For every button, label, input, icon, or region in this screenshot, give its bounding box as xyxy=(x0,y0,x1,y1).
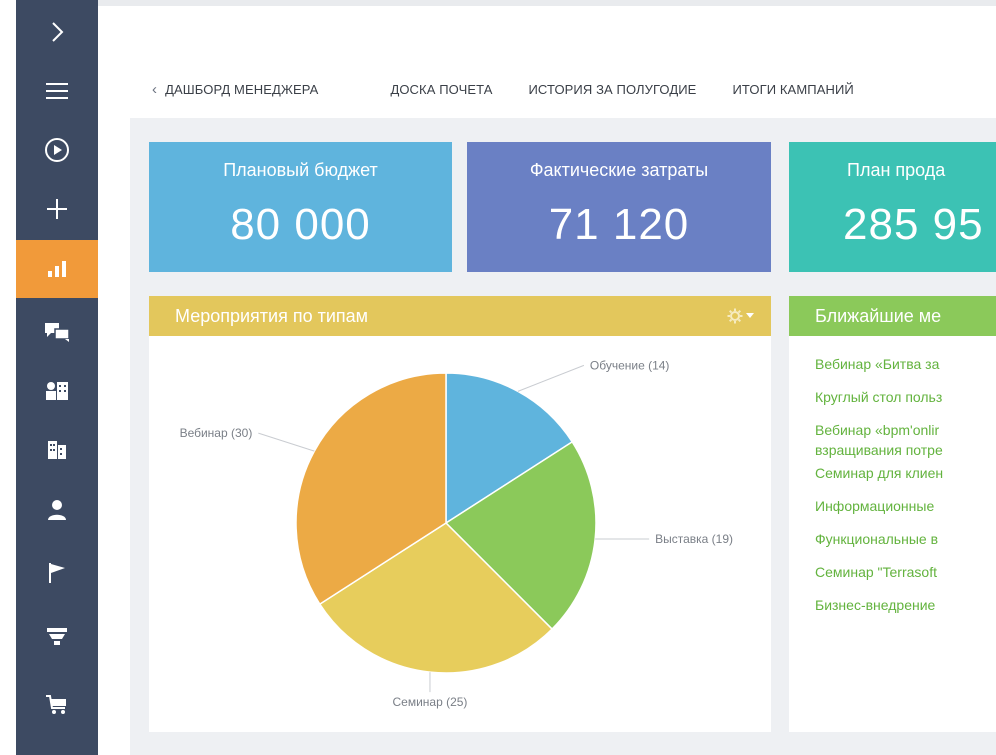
upcoming-event-text: взращивания потре xyxy=(815,442,943,458)
panel-header: Ближайшие ме xyxy=(789,296,996,336)
chevron-left-icon: ‹ xyxy=(152,80,158,98)
pie-label-2: Выставка (19) xyxy=(655,532,733,546)
gear-icon xyxy=(727,308,743,324)
upcoming-event-text: Семинар "Terrasoft xyxy=(815,564,937,580)
flag-icon xyxy=(49,563,65,583)
upcoming-event-text: Функциональные в xyxy=(815,531,939,547)
sidebar-process-button[interactable] xyxy=(16,122,98,178)
chat-bubbles-icon xyxy=(45,323,70,342)
upcoming-event-link[interactable]: Бизнес-внедрение xyxy=(815,595,943,615)
events-by-type-panel: Мероприятия по типам Обучение (14) Выстав… xyxy=(149,296,771,732)
funnel-icon xyxy=(47,628,67,645)
tab-honor-board[interactable]: ДОСКА ПОЧЕТА xyxy=(390,82,492,97)
sidebar-nav xyxy=(16,0,98,755)
panel-title: Мероприятия по типам xyxy=(175,305,369,326)
panel-header: Мероприятия по типам xyxy=(149,296,771,336)
events-pie-chart: Обучение (14) Выставка (19) Семинар (25) Ве… xyxy=(180,358,733,709)
pie-label-1: Обучение (14) xyxy=(590,358,670,372)
cart-icon xyxy=(46,695,66,714)
upcoming-event-link[interactable]: Вебинар «bpm'onlir взращивания потре xyxy=(815,420,943,460)
sidebar-dashboards-button[interactable] xyxy=(16,240,98,298)
tab-half-year-history[interactable]: ИСТОРИЯ ЗА ПОЛУГОДИЕ xyxy=(528,82,696,97)
pie-label-leader xyxy=(517,364,585,392)
upcoming-event-text: Вебинар «Битва за xyxy=(815,356,940,372)
sidebar-contacts-button[interactable] xyxy=(16,363,98,419)
upcoming-event-link[interactable]: Круглый стол польз xyxy=(815,387,943,407)
chevron-right-icon xyxy=(52,22,64,42)
upcoming-events-panel: Ближайшие ме Вебинар «Битва за Круглый ст… xyxy=(789,296,996,732)
sidebar-funnel-button[interactable] xyxy=(16,608,98,664)
panel-title: Ближайшие ме xyxy=(815,305,942,326)
plus-icon xyxy=(47,199,67,219)
building-icon xyxy=(48,441,66,459)
tab-manager-dashboard[interactable]: ‹ ДАШБОРД МЕНЕДЖЕРА xyxy=(152,82,318,97)
pie-label-4: Вебинар (30) xyxy=(180,426,253,440)
play-circle-icon xyxy=(45,138,69,162)
upcoming-event-link[interactable]: Семинар для клиен xyxy=(815,463,943,483)
contacts-building-icon xyxy=(46,382,68,400)
upcoming-event-link[interactable]: Функциональные в xyxy=(815,529,943,549)
upcoming-event-text: Круглый стол польз xyxy=(815,389,943,405)
kpi-value: 80 000 xyxy=(230,200,371,249)
caret-down-icon xyxy=(746,313,754,318)
upcoming-event-text: Семинар для клиен xyxy=(815,465,944,481)
upcoming-event-link[interactable]: Информационные xyxy=(815,496,943,516)
kpi-sales-plan: План прода 285 95 xyxy=(789,142,996,272)
sidebar-orders-button[interactable] xyxy=(16,677,98,733)
dashboard-tabs: ‹ ДАШБОРД МЕНЕДЖЕРА ДОСКА ПОЧЕТА ИСТОРИЯ… xyxy=(152,78,854,100)
sidebar-expand-button[interactable] xyxy=(16,4,98,60)
bar-chart-icon xyxy=(48,261,66,277)
upcoming-event-link[interactable]: Вебинар «Битва за xyxy=(815,354,943,374)
hamburger-menu-icon xyxy=(46,83,68,99)
kpi-title: План прода xyxy=(847,160,946,180)
kpi-title: Плановый бюджет xyxy=(223,160,378,180)
sidebar-menu-button[interactable] xyxy=(16,63,98,119)
tab-campaign-results[interactable]: ИТОГИ КАМПАНИЙ xyxy=(732,82,853,97)
panel-settings-button[interactable] xyxy=(727,306,761,326)
pie-label-3: Семинар (25) xyxy=(392,695,467,709)
sidebar-person-button[interactable] xyxy=(16,482,98,538)
upcoming-event-text: Бизнес-внедрение xyxy=(815,597,936,613)
tab-label: ДАШБОРД МЕНЕДЖЕРА xyxy=(165,81,319,97)
top-bar xyxy=(98,0,996,118)
upcoming-event-link[interactable]: Семинар "Terrasoft xyxy=(815,562,943,582)
kpi-value: 71 120 xyxy=(548,200,690,249)
upcoming-event-text: Вебинар «bpm'onlir xyxy=(815,422,940,438)
kpi-actual-costs: Фактические затраты 71 120 xyxy=(467,142,771,272)
upcoming-event-text: Информационные xyxy=(815,498,935,514)
sidebar-campaigns-button[interactable] xyxy=(16,545,98,601)
sidebar-add-button[interactable] xyxy=(16,181,98,237)
pie-label-leader xyxy=(258,432,315,452)
sidebar-accounts-button[interactable] xyxy=(16,422,98,478)
sidebar-communications-button[interactable] xyxy=(16,304,98,360)
kpi-title: Фактические затраты xyxy=(529,160,709,180)
kpi-value: 285 95 xyxy=(843,200,984,249)
kpi-planned-budget: Плановый бюджет 80 000 xyxy=(149,142,452,272)
person-icon xyxy=(48,500,66,520)
upcoming-events-list: Вебинар «Битва за Круглый стол польз Вебин… xyxy=(815,354,943,628)
